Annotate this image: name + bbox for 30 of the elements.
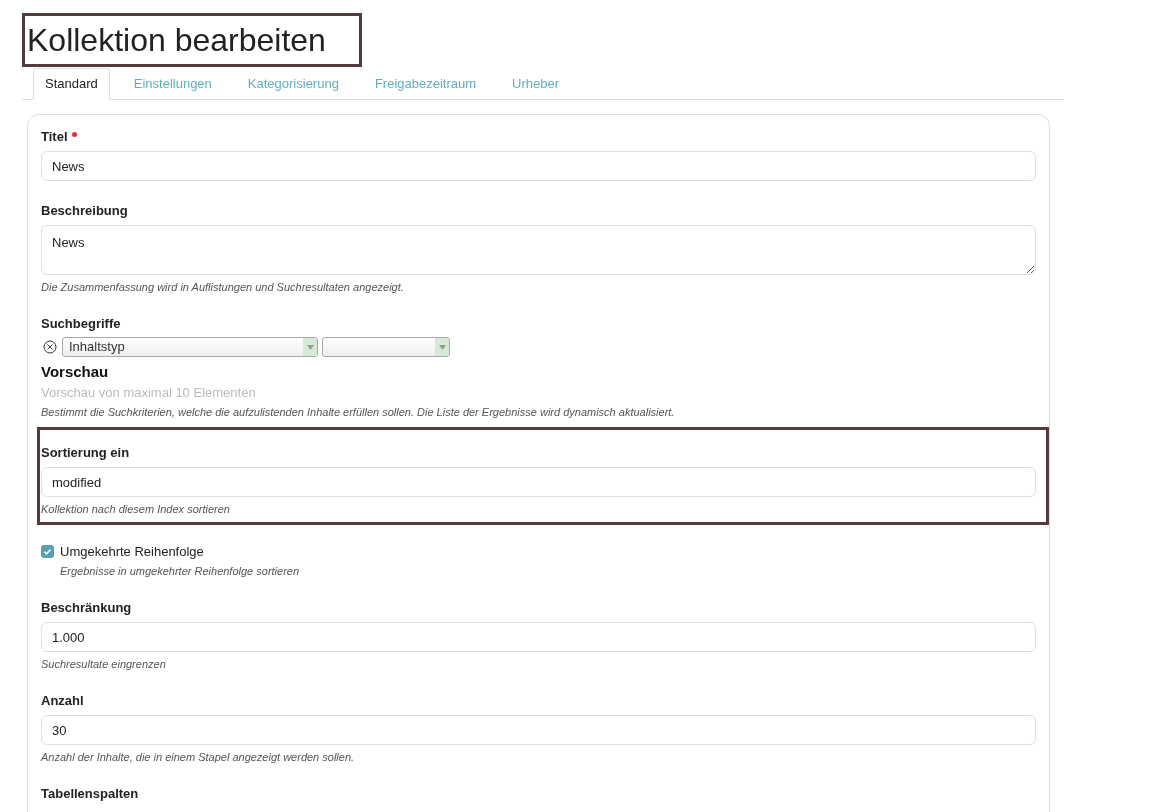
help-text: Bestimmt die Suchkriterien, welche die aufzulistenden Inhalte erfüllen sollen. Die Liste der Ergebnisse wird dynamisch aktualisiert. [41, 406, 676, 419]
help-text: Kollektion nach diesem Index sortieren [41, 503, 231, 516]
field-label: Sortierung ein [41, 445, 130, 460]
checkbox[interactable] [41, 545, 54, 558]
help-text: Anzahl der Inhalte, die in einem Stapel angezeigt werden sollen. [41, 751, 356, 764]
tab[interactable]: Standard [33, 68, 110, 100]
field-label: Beschreibung [41, 203, 128, 218]
checkbox-label: Umgekehrte Reihenfolge [60, 544, 204, 559]
text-field[interactable]: 30 [41, 715, 1036, 745]
dropdown-select[interactable] [322, 337, 450, 357]
text-field[interactable]: 1.000 [41, 622, 1036, 652]
page-title: Kollektion bearbeiten [22, 13, 362, 67]
preview-text: Vorschau von maximal 10 Elementen [41, 385, 257, 400]
text-field[interactable]: modified [41, 467, 1036, 497]
field-label: Titel [41, 129, 68, 144]
field-label: Suchbegriffe [41, 316, 121, 331]
textarea-field[interactable]: News [41, 225, 1036, 275]
check-icon [43, 547, 52, 556]
remove-icon[interactable] [43, 340, 57, 354]
section-heading: Vorschau [41, 363, 110, 381]
caret-icon [435, 338, 449, 356]
text-field[interactable]: News [41, 151, 1036, 181]
help-text: Ergebnisse in umgekehrter Reihenfolge sortieren [59, 565, 301, 578]
help-text: Die Zusammenfassung wird in Auflistungen und Suchresultaten angezeigt. [41, 281, 405, 294]
caret-icon [303, 338, 317, 356]
dropdown-select[interactable]: Inhaltstyp [62, 337, 318, 357]
field-label: Tabellenspalten [41, 786, 139, 801]
field-label: Anzahl [41, 693, 84, 708]
field-label: Beschränkung [41, 600, 132, 615]
help-text: Suchresultate eingrenzen [41, 658, 167, 671]
